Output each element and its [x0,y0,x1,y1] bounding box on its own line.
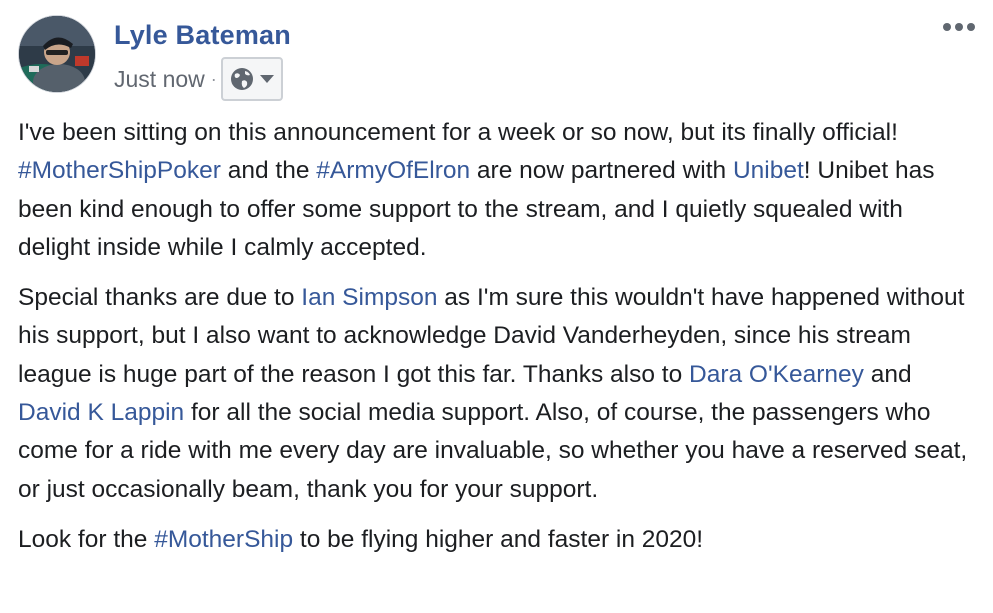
post-paragraph: I've been sitting on this announcement f… [18,114,978,267]
author-name-link[interactable]: Lyle Bateman [114,20,291,51]
post-text: to be flying higher and faster in 2020! [293,525,704,553]
post-body: I've been sitting on this announcement f… [18,114,978,571]
more-options-button[interactable] [942,20,976,39]
mention-link[interactable]: Dara O'Kearney [689,361,864,388]
ellipsis-icon [943,23,975,31]
mention-link[interactable]: Unibet [733,157,804,184]
chevron-down-icon [259,75,274,83]
mention-link[interactable]: David K Lappin [18,399,184,426]
post-text: Look for the [18,525,155,553]
facebook-post: Lyle Bateman Just now · I've been sittin… [0,0,993,613]
hashtag-link[interactable]: #MotherShip [154,526,293,553]
hashtag-link[interactable]: #ArmyOfElron [316,157,470,184]
post-meta: Just now · [114,56,283,102]
post-paragraph: Special thanks are due to Ian Simpson as… [18,279,978,509]
post-timestamp[interactable]: Just now [114,66,205,93]
audience-selector-button[interactable] [220,57,283,101]
globe-icon [230,68,253,90]
meta-separator: · [210,68,217,89]
post-text: are now partnered with [470,157,733,185]
author-avatar[interactable] [18,15,96,93]
post-text: and [863,360,912,388]
avatar-image [19,16,95,92]
post-text: and the [220,157,317,185]
hashtag-link[interactable]: #MotherShipPoker [18,157,221,184]
post-paragraph: Look for the #MotherShip to be flying hi… [18,521,978,559]
post-text: I've been sitting on this announcement f… [18,119,898,146]
post-text: Special thanks are due to [18,284,302,312]
mention-link[interactable]: Ian Simpson [301,284,437,311]
